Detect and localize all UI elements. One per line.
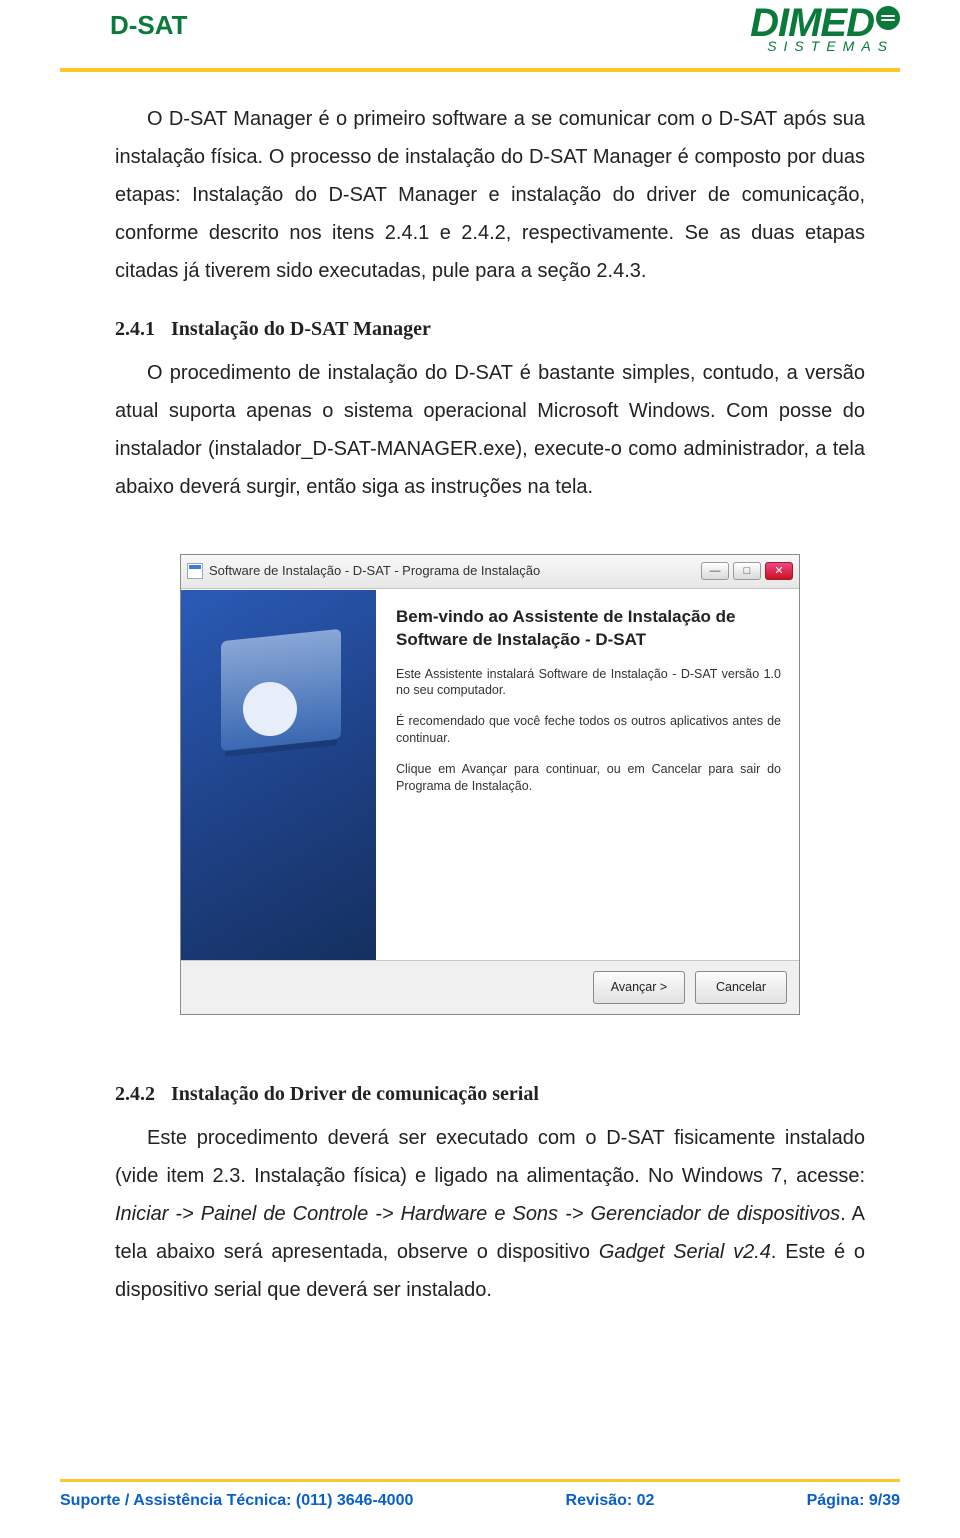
footer-revision: Revisão: 02	[566, 1492, 655, 1510]
section-number: 2.4.1	[115, 310, 171, 348]
section-number: 2.4.2	[115, 1075, 171, 1113]
p3-menu-path: Iniciar -> Painel de Controle -> Hardwar…	[115, 1203, 840, 1225]
paragraph-intro: O D-SAT Manager é o primeiro software a …	[115, 100, 865, 290]
maximize-button[interactable]: □	[733, 562, 761, 580]
page-total: 39	[882, 1492, 900, 1509]
footer-support: Suporte / Assistência Técnica: (011) 364…	[60, 1492, 413, 1510]
document-body: O D-SAT Manager é o primeiro software a …	[0, 70, 960, 1309]
wizard-para-2: É recomendado que você feche todos os ou…	[396, 713, 781, 747]
installer-window: Software de Instalação - D-SAT - Program…	[180, 554, 800, 1015]
wizard-side-graphic	[181, 590, 376, 960]
page-label: Página:	[807, 1492, 869, 1509]
wizard-para-1: Este Assistente instalará Software de In…	[396, 666, 781, 700]
installer-screenshot: Software de Instalação - D-SAT - Program…	[180, 554, 800, 1015]
section-2-4-1-heading: 2.4.1Instalação do D-SAT Manager	[115, 310, 865, 348]
brand-subtitle: SISTEMAS	[750, 38, 900, 54]
minimize-button[interactable]: —	[701, 562, 729, 580]
section-title: Instalação do Driver de comunicação seri…	[171, 1083, 539, 1105]
cancel-button[interactable]: Cancelar	[695, 971, 787, 1005]
window-title: Software de Instalação - D-SAT - Program…	[209, 559, 701, 584]
wizard-button-row: Avançar > Cancelar	[181, 960, 799, 1015]
page-footer: Suporte / Assistência Técnica: (011) 364…	[60, 1479, 900, 1510]
p3-part-a: Este procedimento deverá ser executado c…	[115, 1127, 865, 1187]
p3-device-name: Gadget Serial v2.4	[599, 1241, 771, 1263]
header-divider	[60, 68, 900, 72]
page-current: 9	[869, 1492, 878, 1509]
section-2-4-2-heading: 2.4.2Instalação do Driver de comunicação…	[115, 1075, 865, 1113]
wizard-para-3: Clique em Avançar para continuar, ou em …	[396, 761, 781, 795]
wizard-heading: Bem-vindo ao Assistente de Instalação de…	[396, 606, 781, 652]
installer-app-icon	[187, 563, 203, 579]
titlebar: Software de Instalação - D-SAT - Program…	[181, 555, 799, 589]
footer-page: Página: 9/39	[807, 1492, 900, 1510]
page-header: D-SAT DIMED SISTEMAS	[0, 0, 960, 70]
brand-logo: DIMED SISTEMAS	[750, 6, 900, 54]
close-button[interactable]: ✕	[765, 562, 793, 580]
brand-mark-icon	[876, 6, 900, 30]
paragraph-2-4-2: Este procedimento deverá ser executado c…	[115, 1119, 865, 1309]
paragraph-2-4-1: O procedimento de instalação do D-SAT é …	[115, 354, 865, 506]
next-button[interactable]: Avançar >	[593, 971, 685, 1005]
section-title: Instalação do D-SAT Manager	[171, 318, 431, 340]
wizard-content: Bem-vindo ao Assistente de Instalação de…	[376, 590, 799, 960]
window-controls: — □ ✕	[701, 562, 793, 580]
